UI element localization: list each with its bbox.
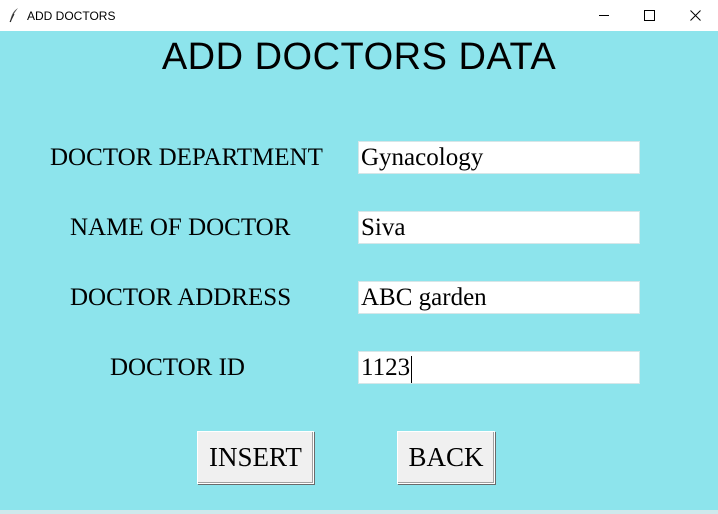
form-panel — [0, 31, 718, 514]
title-bar: ADD DOCTORS — [0, 0, 718, 32]
text-cursor — [411, 355, 413, 383]
department-label: DOCTOR DEPARTMENT — [50, 144, 323, 171]
window-title: ADD DOCTORS — [27, 9, 116, 23]
page-title: ADD DOCTORS DATA — [161, 36, 557, 78]
id-label: DOCTOR ID — [110, 354, 245, 381]
insert-button[interactable]: INSERT — [197, 431, 314, 484]
name-label: NAME OF DOCTOR — [70, 214, 291, 241]
minimize-icon — [599, 15, 609, 16]
close-icon — [689, 10, 701, 21]
feather-icon — [8, 7, 20, 23]
minimize-button[interactable] — [581, 0, 627, 31]
maximize-icon — [643, 10, 655, 21]
id-input[interactable]: 1123 — [358, 351, 640, 384]
name-input[interactable]: Siva — [358, 211, 640, 244]
id-input-value: 1123 — [361, 354, 411, 381]
department-input[interactable]: Gynacology — [358, 141, 640, 174]
address-input[interactable]: ABC garden — [358, 281, 640, 314]
close-button[interactable] — [672, 0, 718, 31]
bottom-edge — [0, 510, 718, 514]
maximize-button[interactable] — [626, 0, 672, 31]
back-button[interactable]: BACK — [397, 431, 495, 484]
address-label: DOCTOR ADDRESS — [70, 284, 292, 311]
